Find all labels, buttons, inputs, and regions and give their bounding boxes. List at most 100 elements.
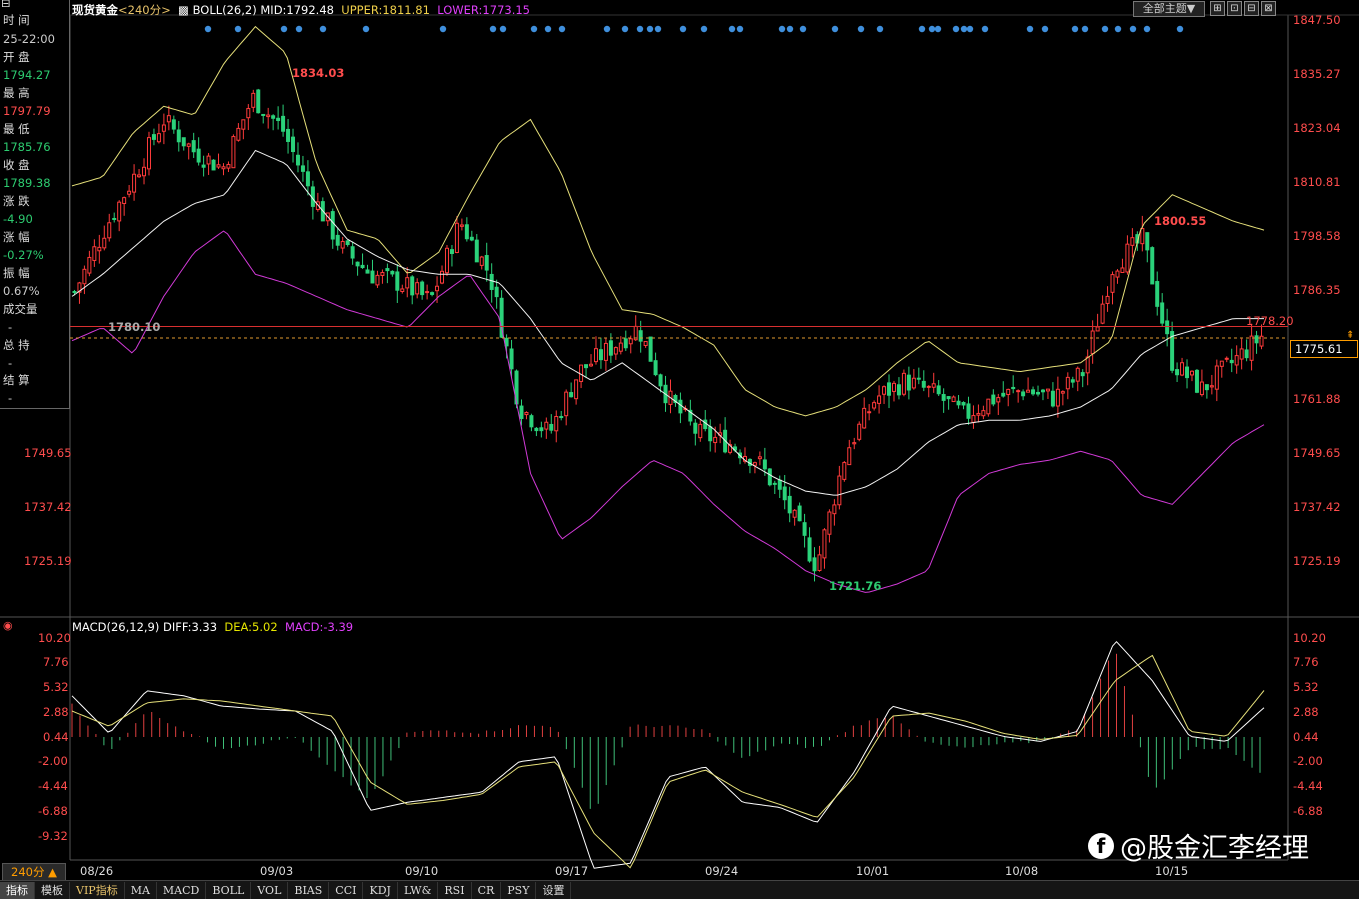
amplitude-label: 振 幅 xyxy=(3,266,30,280)
signal-dot xyxy=(918,25,926,33)
candle-body xyxy=(872,402,877,409)
tab-cr[interactable]: CR xyxy=(472,881,502,899)
candle-body xyxy=(1110,274,1115,293)
macd-settings-icon[interactable]: ◉ xyxy=(3,619,13,632)
candle-body xyxy=(286,128,291,142)
candle-body xyxy=(956,400,961,406)
x-axis-label: 09/10 xyxy=(405,864,439,878)
tab-templates[interactable]: 模板 xyxy=(35,881,70,899)
candle-body xyxy=(161,124,166,132)
candle-body xyxy=(137,174,142,178)
open-interest-value: - xyxy=(8,356,13,370)
tab-indicators[interactable]: 指标 xyxy=(0,881,35,899)
theme-select[interactable]: 全部主题▼ xyxy=(1133,1,1205,17)
candle-body xyxy=(603,342,608,361)
macd-dea-line xyxy=(71,654,1265,869)
macd-axis-label: 5.32 xyxy=(1293,680,1319,694)
tab-ma[interactable]: MA xyxy=(125,881,157,899)
signal-dot xyxy=(981,25,989,33)
candle-body xyxy=(489,273,494,290)
layout-grid-button[interactable]: ⊞ xyxy=(1210,1,1225,16)
y-axis-label-left: 1737.42 xyxy=(24,500,72,514)
candle-body xyxy=(122,197,127,205)
candle-body xyxy=(271,115,276,119)
macd-name[interactable]: MACD(26,12,9) xyxy=(72,620,159,634)
candle-body xyxy=(777,479,782,490)
y-axis-label: 1798.58 xyxy=(1293,229,1341,243)
tab-settings[interactable]: 设置 xyxy=(536,881,572,899)
candle-body xyxy=(420,281,425,296)
tab-kdj[interactable]: KDJ xyxy=(363,881,398,899)
tab-vip-indicators[interactable]: VIP指标 xyxy=(70,881,125,899)
y-axis-label: 1847.50 xyxy=(1293,13,1341,27)
panel-handle-icon[interactable]: ⊟ xyxy=(1,0,11,10)
candle-body xyxy=(1090,330,1095,355)
candle-body xyxy=(703,419,708,430)
candle-body xyxy=(966,403,971,419)
current-price-tag: 1775.61 xyxy=(1290,340,1358,358)
signal-dot xyxy=(1041,25,1049,33)
candle-body xyxy=(862,407,867,429)
macd-axis-label-left: -4.44 xyxy=(38,779,68,793)
tab-vol[interactable]: VOL xyxy=(251,881,289,899)
signal-dot xyxy=(876,25,884,33)
boll-settings-icon[interactable]: ▩ xyxy=(178,3,189,17)
candle-body xyxy=(1160,302,1165,324)
candle-body xyxy=(1070,379,1075,383)
candle-body xyxy=(82,268,87,285)
change-pct-label: 涨 幅 xyxy=(3,230,30,244)
annotation-high-1: 1834.03 xyxy=(292,66,345,80)
candle-body xyxy=(345,240,350,246)
boll-indicator-label[interactable]: BOLL(26,2) xyxy=(193,3,257,17)
signal-dot xyxy=(1081,25,1089,33)
minimize-window-button[interactable]: ⊟ xyxy=(1244,1,1259,16)
tab-boll[interactable]: BOLL xyxy=(206,881,252,899)
y-axis-label: 1749.65 xyxy=(1293,446,1341,460)
candle-body xyxy=(1165,320,1170,335)
candle-body xyxy=(221,166,226,170)
candle-body xyxy=(559,416,564,419)
period-label[interactable]: <240分> xyxy=(118,3,171,17)
candle-body xyxy=(991,394,996,405)
candle-body xyxy=(1209,385,1214,388)
annotation-low-1: 1780.10 xyxy=(108,320,161,334)
x-axis-label: 10/08 xyxy=(1005,864,1039,878)
macd-axis-label: 10.20 xyxy=(1293,631,1326,645)
candle-body xyxy=(996,397,1001,403)
tab-lwr[interactable]: LW& xyxy=(398,881,439,899)
candle-body xyxy=(976,412,981,416)
tab-cci[interactable]: CCI xyxy=(329,881,364,899)
signal-dot xyxy=(603,25,611,33)
candle-body xyxy=(1095,326,1100,332)
candle-body xyxy=(782,486,787,501)
signal-dot xyxy=(778,25,786,33)
tab-rsi[interactable]: RSI xyxy=(438,881,472,899)
time-label: 时 间 xyxy=(3,13,30,27)
close-window-button[interactable]: ⊠ xyxy=(1261,1,1276,16)
restore-window-button[interactable]: ⊡ xyxy=(1227,1,1242,16)
candle-body xyxy=(1001,392,1006,397)
candle-body xyxy=(469,236,474,241)
boll-mid-line xyxy=(71,149,1264,496)
y-axis-label-left: 1725.19 xyxy=(24,554,72,568)
price-chart[interactable] xyxy=(0,0,1359,898)
amplitude-value: 0.67% xyxy=(3,284,40,298)
signal-dot xyxy=(966,25,974,33)
period-selector[interactable]: 240分 ▲ xyxy=(2,863,66,881)
candle-body xyxy=(355,261,360,267)
candle-body xyxy=(1199,381,1204,396)
boll-mid-value: MID:1792.48 xyxy=(260,3,334,17)
candle-body xyxy=(678,399,683,414)
tab-psy[interactable]: PSY xyxy=(501,881,537,899)
candle-body xyxy=(638,330,643,342)
signal-dot xyxy=(1101,25,1109,33)
tab-bias[interactable]: BIAS xyxy=(288,881,330,899)
candle-body xyxy=(1055,388,1060,407)
candle-body xyxy=(1234,355,1239,366)
macd-axis-label-left: -2.00 xyxy=(38,754,68,768)
signal-dot xyxy=(786,25,794,33)
tab-macd[interactable]: MACD xyxy=(157,881,207,899)
candle-body xyxy=(1180,362,1185,376)
candle-body xyxy=(211,159,216,171)
candle-body xyxy=(832,504,837,515)
